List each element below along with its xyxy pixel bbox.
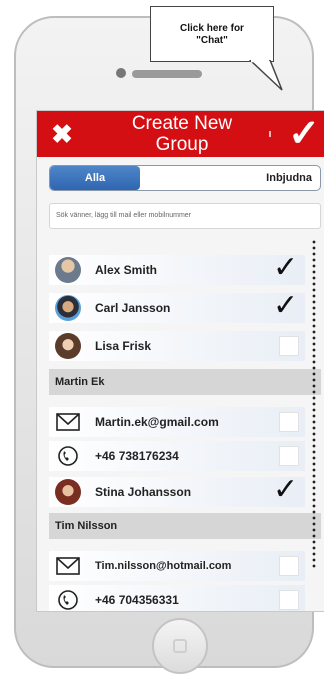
avatar [55, 295, 81, 321]
email-icon [56, 413, 80, 431]
phone-frame: ✖ Create New Group ✓ Alla Inbjudna Sök v… [14, 16, 324, 674]
tab-inbjudna[interactable]: Inbjudna [266, 166, 312, 190]
checkmark-icon[interactable]: ✓ [273, 473, 298, 507]
group-header-tim: Tim Nilsson [49, 513, 321, 539]
callout-line-1: Click here for [180, 23, 244, 34]
contact-row-lisa[interactable]: Lisa Frisk [49, 331, 305, 361]
contact-name: Stina Johansson [95, 485, 192, 499]
contact-email-row[interactable]: Martin.ek@gmail.com [49, 407, 305, 437]
chat-callout: Click here for "Chat" [150, 6, 274, 62]
select-checkbox[interactable] [279, 590, 299, 610]
title-line-1: Create New [131, 113, 233, 134]
home-button[interactable] [152, 618, 208, 674]
x-icon: ✖ [51, 119, 73, 149]
app-screen: ✖ Create New Group ✓ Alla Inbjudna Sök v… [36, 110, 324, 612]
select-checkbox[interactable] [279, 446, 299, 466]
confirm-button[interactable]: ✓ [283, 113, 324, 155]
contact-phone-row[interactable]: +46 738176234 [49, 441, 305, 471]
contact-row-stina[interactable]: Stina Johansson ✓ [49, 473, 305, 507]
contact-name: Carl Jansson [95, 301, 171, 315]
callout-pointer [248, 60, 283, 91]
avatar [55, 479, 81, 505]
search-input[interactable]: Sök vänner, lägg till mail eller mobilnu… [49, 203, 321, 229]
contact-email-row[interactable]: Tim.nilsson@hotmail.com [49, 551, 305, 581]
group-header-martin: Martin Ek [49, 369, 321, 395]
email-icon [56, 557, 80, 575]
home-square-icon [173, 639, 187, 653]
contact-email: Tim.nilsson@hotmail.com [95, 560, 232, 572]
checkmark-icon[interactable]: ✓ [273, 251, 298, 285]
checkmark-icon: ✓ [288, 113, 320, 155]
select-checkbox[interactable] [279, 412, 299, 432]
page-title: Create New Group [107, 113, 257, 155]
select-checkbox[interactable] [279, 556, 299, 576]
speaker-grille [132, 70, 202, 78]
contact-phone-row[interactable]: +46 704356331 [49, 585, 305, 611]
checkmark-icon[interactable]: ✓ [273, 289, 298, 323]
close-button[interactable]: ✖ [47, 119, 77, 149]
alphabet-index-scrollbar[interactable] [311, 239, 317, 569]
tab-segment: Alla Inbjudna [49, 165, 321, 191]
header-bar: ✖ Create New Group ✓ [37, 111, 324, 157]
callout-line-2: "Chat" [196, 35, 228, 46]
phone-icon [58, 590, 78, 610]
contact-row-carl[interactable]: Carl Jansson ✓ [49, 289, 305, 323]
header-divider [269, 131, 271, 137]
contact-name: Lisa Frisk [95, 339, 152, 353]
select-checkbox[interactable] [279, 336, 299, 356]
contact-phone: +46 704356331 [95, 593, 179, 607]
phone-icon [58, 446, 78, 466]
front-camera [116, 68, 126, 78]
contact-name: Alex Smith [95, 263, 158, 277]
avatar [55, 333, 81, 359]
avatar [55, 257, 81, 283]
contact-phone: +46 738176234 [95, 449, 179, 463]
title-line-2: Group [155, 134, 209, 155]
contact-row-alex[interactable]: Alex Smith ✓ [49, 251, 305, 285]
contact-email: Martin.ek@gmail.com [95, 415, 219, 429]
tab-alla[interactable]: Alla [50, 166, 140, 190]
